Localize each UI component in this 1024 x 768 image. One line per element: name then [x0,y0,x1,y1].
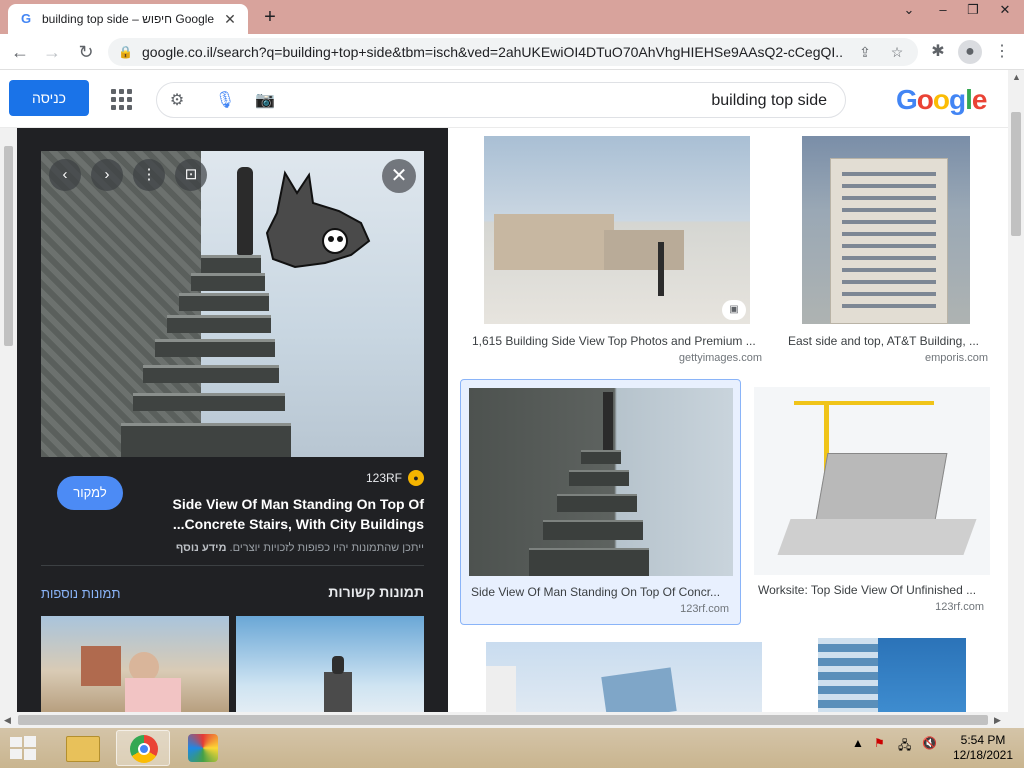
preview-image[interactable]: ‹ › ⋮ ⊡ ✕ [41,151,424,457]
scroll-left-icon[interactable]: ◀ [4,715,11,726]
profile-avatar[interactable]: ● [958,40,982,64]
network-icon[interactable]: 🖧 [898,736,911,757]
bookmark-star-icon[interactable]: ☆ [886,44,908,61]
result-title[interactable]: Side View Of Man Standing On Top Of Conc… [471,585,733,599]
horizontal-scrollbar-thumb[interactable] [18,715,988,725]
more-images-link[interactable]: תמונות נוספות [41,586,120,601]
maximize-button[interactable]: ❐ [958,0,988,22]
result-thumbnail[interactable]: ▣ [484,136,750,324]
search-settings-icon[interactable]: ⚙ [165,89,189,113]
system-clock[interactable]: 5:54 PM 12/18/2021 [948,733,1018,763]
learn-more-link[interactable]: מידע נוסף [176,542,227,554]
scroll-up-icon[interactable]: ▲ [1012,72,1021,82]
result-thumbnail[interactable] [754,387,990,575]
prev-image-icon[interactable]: ‹ [49,159,81,191]
google-favicon-icon: G [20,11,32,26]
clock-date: 12/18/2021 [952,748,1014,762]
new-tab-button[interactable]: + [258,6,282,30]
related-image-thumb[interactable] [236,616,424,712]
forward-icon[interactable]: → [40,40,64,64]
close-window-button[interactable]: ✕ [990,0,1020,22]
sign-in-button[interactable]: כניסה [9,80,89,116]
copyright-notice: ייתכן שהתמונות יהיו כפופות לזכויות יוצרי… [175,542,424,554]
image-results-grid: ▣ 1,615 Building Side View Top Photos an… [448,128,1008,712]
windows-start-icon[interactable] [8,734,38,762]
divider [41,565,424,566]
browser-toolbar: ← → ↻ 🔒 google.co.il/search?q=building+t… [0,34,1024,70]
chrome-taskbar-icon[interactable] [116,730,170,766]
lens-search-icon[interactable]: ⊡ [175,159,207,191]
concrete-wall [41,151,201,457]
source-favicon-icon: ● [408,470,424,486]
horizontal-scrollbar[interactable]: ◀ ▶ [0,712,1008,728]
voice-search-icon[interactable]: 🎙 [213,89,237,113]
next-image-icon[interactable]: › [91,159,123,191]
result-source[interactable]: emporis.com [788,352,988,364]
action-center-flag-icon[interactable]: ⚑ [874,736,885,750]
result-card[interactable] [468,638,766,712]
scroll-right-icon[interactable]: ▶ [994,715,1001,726]
more-options-icon[interactable]: ⋮ [133,159,165,191]
camera-search-icon[interactable]: 📷 [253,89,277,113]
paint-app-icon[interactable] [176,730,230,766]
lock-icon[interactable]: 🔒 [118,45,133,59]
creature-drawing [265,170,371,269]
tab-title: building top side – חיפוש Google [42,12,215,26]
result-card[interactable]: ▣ 1,615 Building Side View Top Photos an… [468,134,766,370]
address-bar[interactable]: 🔒 google.co.il/search?q=building+top+sid… [108,38,918,66]
result-title[interactable]: Worksite: Top Side View Of Unfinished ..… [758,583,986,597]
image-preview-panel: ‹ › ⋮ ⊡ ✕ 123RF ● למקור Side View Of Man… [17,128,448,712]
share-icon[interactable]: ⇪ [854,44,876,61]
related-image-thumb[interactable] [41,616,229,712]
result-source[interactable]: gettyimages.com [472,352,762,364]
preview-scrollbar-thumb[interactable] [4,146,13,346]
search-input[interactable]: building top side [711,92,827,110]
preview-title[interactable]: Side View Of Man Standing On Top Of Conc… [154,494,425,534]
windows-taskbar: ▲ ⚑ 🖧 🔇 5:54 PM 12/18/2021 [0,728,1024,768]
google-apps-icon[interactable] [108,86,132,110]
tab-search-button[interactable]: ⌄ [894,0,924,22]
clock-time: 5:54 PM [960,733,1006,747]
result-thumbnail[interactable] [486,642,762,712]
reload-icon[interactable]: ↻ [74,40,98,64]
page-scrollbar[interactable]: ▲ [1008,70,1024,728]
close-preview-icon[interactable]: ✕ [382,159,416,193]
tab-close-icon[interactable]: ✕ [222,11,238,28]
result-card[interactable]: East side and top, AT&T Building, ... em… [784,134,994,370]
image-badge-icon: ▣ [722,300,746,320]
back-icon[interactable]: ← [8,40,32,64]
show-hidden-icons-icon[interactable]: ▲ [852,736,864,750]
page-scrollbar-thumb[interactable] [1011,112,1021,236]
visit-button[interactable]: למקור [57,476,123,510]
result-card-selected[interactable]: Side View Of Man Standing On Top Of Conc… [460,379,741,625]
man-silhouette [237,167,253,255]
related-images-heading: תמונות קשורות [328,584,424,600]
google-header: כניסה ⚙ 🎙 📷 building top side Google [0,70,1008,128]
url-text[interactable]: google.co.il/search?q=building+top+side&… [142,44,844,60]
tab-strip: G building top side – חיפוש Google ✕ + ⌄… [0,0,1024,34]
menu-kebab-icon[interactable]: ⋮ [990,40,1014,64]
result-source[interactable]: 123rf.com [758,601,984,613]
result-source[interactable]: 123rf.com [471,603,729,615]
source-name: 123RF [365,471,402,485]
result-thumbnail[interactable] [802,136,970,324]
result-title[interactable]: East side and top, AT&T Building, ... [788,334,988,348]
preview-scrollbar[interactable] [0,128,17,712]
result-thumbnail[interactable] [469,388,733,576]
preview-source[interactable]: 123RF ● [366,470,424,486]
search-box[interactable]: ⚙ 🎙 📷 building top side [156,82,846,118]
result-card[interactable] [784,638,994,712]
extensions-icon[interactable]: ✱ [926,40,950,64]
volume-muted-icon[interactable]: 🔇 [922,736,937,750]
result-title[interactable]: 1,615 Building Side View Top Photos and … [472,334,762,348]
browser-tab[interactable]: G building top side – חיפוש Google ✕ [8,4,248,34]
file-explorer-icon[interactable] [56,730,110,766]
result-thumbnail[interactable] [818,638,966,712]
minimize-button[interactable]: – [928,0,958,22]
google-logo[interactable]: Google [896,84,987,116]
result-card[interactable]: Worksite: Top Side View Of Unfinished ..… [754,385,990,621]
